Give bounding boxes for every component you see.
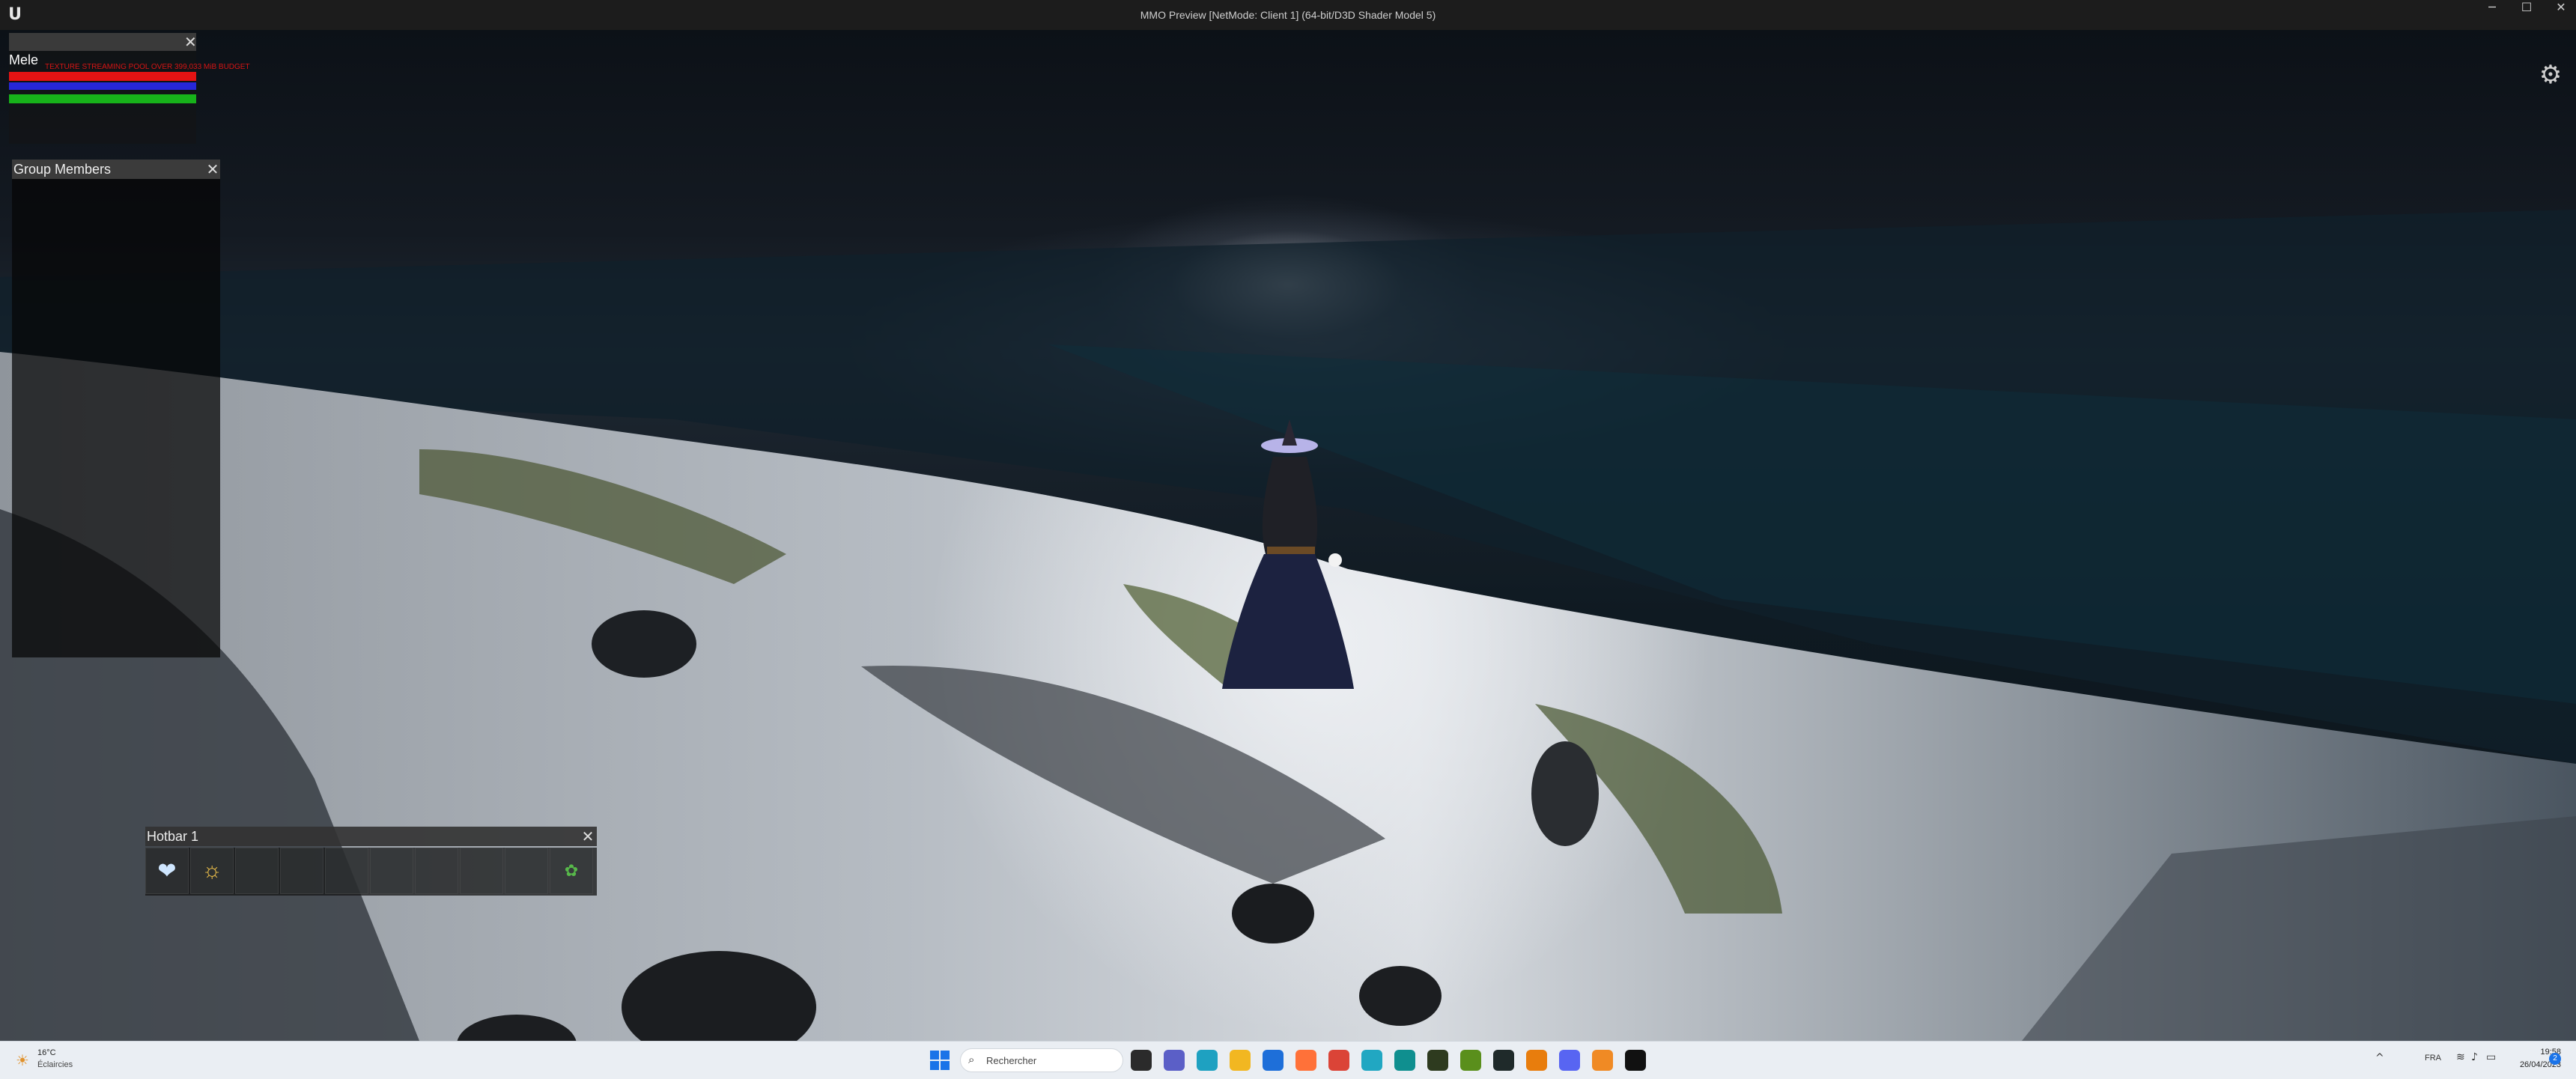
gear-icon[interactable]: ⚙ <box>2536 60 2566 90</box>
window-titlebar[interactable]: U MMO Preview [NetMode: Client 1] (64-bi… <box>0 0 2576 30</box>
weather-sun-cloud-icon[interactable]: ☀ <box>13 1051 31 1069</box>
close-window-button[interactable]: ✕ <box>2544 0 2576 30</box>
group-members-panel: Group Members ✕ <box>12 159 220 657</box>
hotbar-close-icon[interactable]: ✕ <box>580 827 595 845</box>
app-cyan-icon[interactable] <box>1361 1050 1382 1071</box>
chrome-icon[interactable] <box>1328 1050 1349 1071</box>
hotbar-slots: ❤ ☼ ✿ <box>145 848 597 896</box>
minimize-button[interactable]: ─ <box>2475 0 2509 30</box>
sun-swirl-icon: ☼ <box>201 858 222 883</box>
blender-icon[interactable] <box>1526 1050 1547 1071</box>
nvidia-icon[interactable] <box>1460 1050 1481 1071</box>
ice-heart-icon: ❤ <box>157 858 177 884</box>
weather-description[interactable]: Éclaircies <box>37 1060 73 1069</box>
maximize-button[interactable]: ☐ <box>2509 0 2544 30</box>
target-name: Mele <box>9 52 39 67</box>
folder-icon[interactable] <box>1230 1050 1251 1071</box>
windows-start-icon[interactable] <box>930 1051 950 1070</box>
target-frame: ✕ Mele TEXTURE STREAMING POOL OVER 399,0… <box>9 33 250 144</box>
hotbar-slot-5[interactable] <box>325 848 368 894</box>
stamina-bar <box>9 94 196 103</box>
chevron-up-icon[interactable]: ^ <box>2375 1052 2384 1064</box>
hotbar-slot-10[interactable]: ✿ <box>550 848 593 894</box>
edge-icon[interactable] <box>1197 1050 1218 1071</box>
taskbar-search-input[interactable]: ⌕ Rechercher <box>960 1048 1123 1072</box>
terminal-icon[interactable] <box>1427 1050 1448 1071</box>
wifi-icon[interactable]: ≋ <box>2456 1051 2465 1063</box>
volume-icon[interactable]: ♪ <box>2471 1051 2478 1063</box>
hotbar-slot-2[interactable]: ☼ <box>190 848 234 894</box>
hotbar-slot-3[interactable] <box>235 848 279 894</box>
hotbar-slot-1[interactable]: ❤ <box>145 848 189 894</box>
mana-bar <box>9 82 196 90</box>
hotbar-slot-6[interactable] <box>370 848 413 894</box>
group-members-title: Group Members <box>13 162 112 177</box>
hotbar-slot-4[interactable] <box>280 848 323 894</box>
discord-icon[interactable] <box>1559 1050 1580 1071</box>
window-title: MMO Preview [NetMode: Client 1] (64-bit/… <box>1140 9 1436 21</box>
hotbar: Hotbar 1 ✕ ❤ ☼ ✿ <box>145 827 597 896</box>
firefox-icon[interactable] <box>1295 1050 1316 1071</box>
unreal-icon[interactable] <box>1625 1050 1646 1071</box>
hotbar-header[interactable] <box>145 827 597 846</box>
github-icon[interactable] <box>1493 1050 1514 1071</box>
herb-icon: ✿ <box>564 861 579 880</box>
file-explorer-icon[interactable] <box>1131 1050 1152 1071</box>
group-close-icon[interactable]: ✕ <box>205 160 220 178</box>
hotbar-title: Hotbar 1 <box>147 829 199 844</box>
language-indicator[interactable]: FRA <box>2425 1054 2441 1063</box>
health-bar <box>9 72 196 81</box>
hotbar-slot-7[interactable] <box>415 848 458 894</box>
windows-taskbar: ☀ 16°C Éclaircies ⌕ Rechercher ^ FRA ≋ ♪… <box>0 1041 2576 1079</box>
search-placeholder: Rechercher <box>986 1055 1037 1066</box>
weather-temperature[interactable]: 16°C <box>37 1048 56 1057</box>
hotbar-slot-9[interactable] <box>505 848 548 894</box>
target-close-icon[interactable]: ✕ <box>184 34 197 50</box>
debug-warning-text: TEXTURE STREAMING POOL OVER 399,033 MiB … <box>45 63 250 71</box>
search-icon: ⌕ <box>968 1053 975 1066</box>
blender-2-icon[interactable] <box>1592 1050 1613 1071</box>
target-frame-header[interactable] <box>9 33 196 51</box>
notification-badge[interactable]: 2 <box>2549 1053 2561 1065</box>
battery-icon[interactable]: ▭ <box>2486 1051 2496 1063</box>
teams-icon[interactable] <box>1164 1050 1185 1071</box>
app-teal-icon[interactable] <box>1394 1050 1415 1071</box>
mail-icon[interactable] <box>1263 1050 1284 1071</box>
hotbar-slot-8[interactable] <box>460 848 503 894</box>
